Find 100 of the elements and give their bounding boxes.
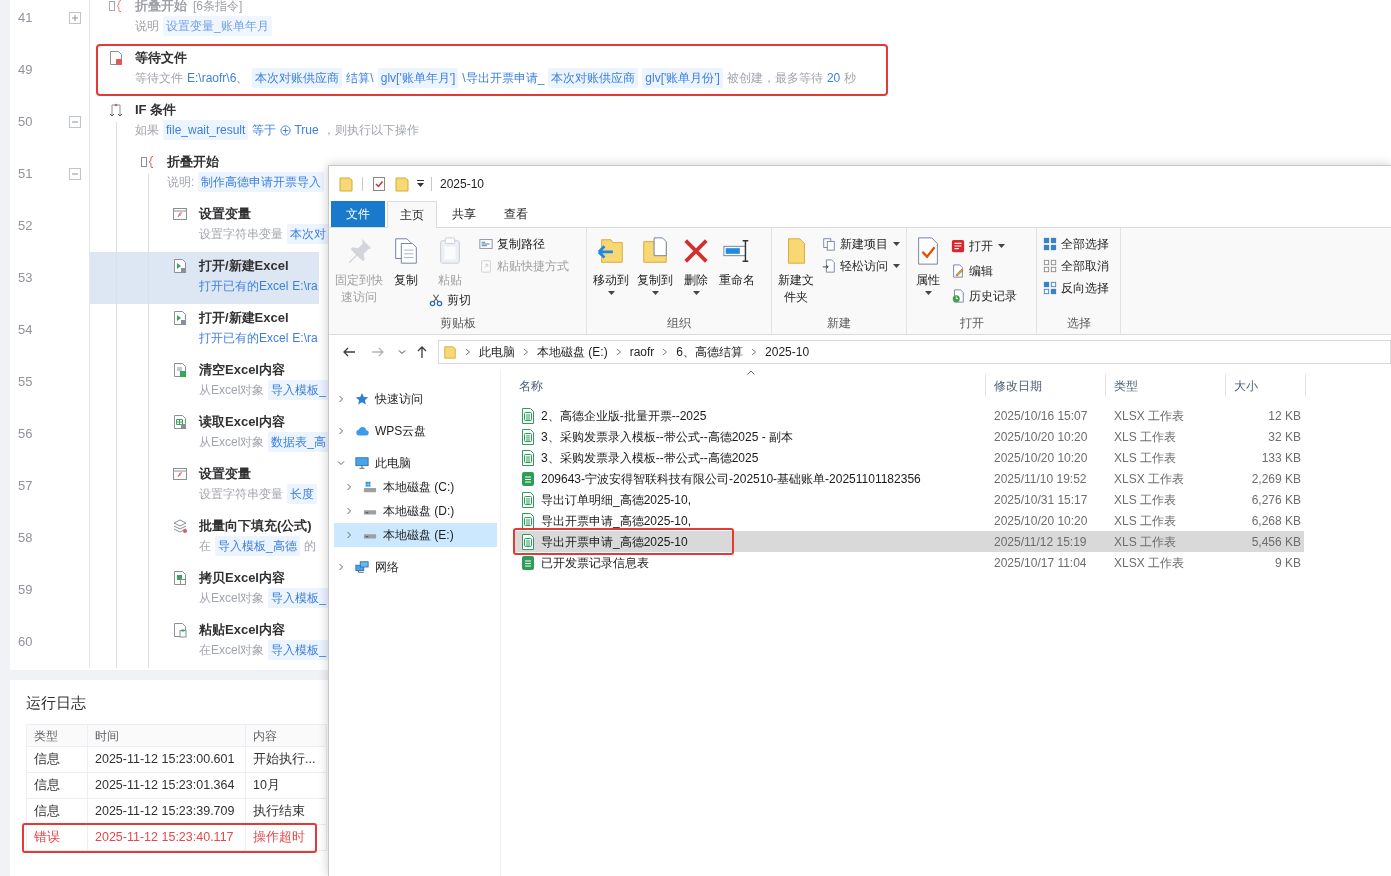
up-icon[interactable] [415, 345, 429, 359]
breadcrumb[interactable]: 2025-10 [765, 343, 810, 361]
chevron-icon[interactable] [337, 395, 345, 403]
step-title: 批量向下填充(公式) [199, 517, 312, 536]
value-text: 打开已有的Excel [199, 278, 289, 295]
column-header[interactable]: 类型 [1106, 374, 1226, 397]
column-header[interactable]: 修改日期 [986, 374, 1106, 397]
ribbon-button[interactable]: 新建项目 [822, 233, 900, 255]
variable-chip: 导入模板_ [268, 588, 330, 608]
modified-date: 2025/10/16 15:07 [993, 407, 1089, 425]
document-icon [172, 414, 188, 430]
ribbon-button[interactable]: 全部取消 [1043, 255, 1109, 277]
cloud-icon [355, 424, 369, 438]
nav-item[interactable]: 本地磁盘 (E:) [334, 523, 497, 547]
value-text: True [294, 122, 319, 139]
chevron-icon[interactable] [751, 348, 758, 356]
folder-icon[interactable] [339, 175, 353, 192]
file-row[interactable]: 已开发票记录信息表 2025/10/17 11:04 XLSX 工作表 9 KB [513, 552, 1304, 573]
collapse-toggle[interactable] [69, 168, 81, 180]
nav-item[interactable]: 本地磁盘 (C:) [334, 475, 497, 499]
ribbon-button[interactable]: 打开 [951, 235, 1005, 257]
nav-item[interactable]: 此电脑 [334, 451, 497, 475]
ribbon-tab[interactable]: 主页 [387, 201, 437, 228]
chevron-icon[interactable] [337, 459, 345, 467]
ribbon-button[interactable]: 复制路径 [479, 233, 545, 255]
file-size: 12 KB [1267, 407, 1302, 425]
ribbon-button[interactable]: 反向选择 [1043, 277, 1109, 299]
chevron-icon[interactable] [337, 427, 345, 435]
line-number: 41 [17, 9, 34, 28]
document-icon [172, 258, 188, 274]
spreadsheet-file-icon [521, 491, 535, 508]
file-row[interactable]: 3、采购发票录入模板--带公式--高德2025 2025/10/20 10:20 XLS 工作表 133 KB [513, 447, 1304, 468]
instruction-count: [6条指令] [193, 0, 243, 15]
breadcrumb[interactable]: 此电脑 [479, 343, 515, 361]
chevron-icon[interactable] [345, 531, 353, 539]
address-field[interactable]: 此电脑 本地磁盘 (E:) raofr 6、高德结算 2025-10 [438, 340, 1391, 364]
ribbon-tab[interactable]: 文件 [331, 201, 385, 227]
table-cell: 操作超时 [246, 825, 327, 850]
drive-icon [363, 480, 377, 494]
chevron-icon[interactable] [662, 348, 669, 356]
chevron-icon[interactable] [615, 348, 622, 356]
description-text: 从Excel对象 [199, 590, 265, 607]
file-row[interactable]: 导出开票申请_高德2025-10 2025/11/12 15:19 XLS 工作表 5,456 KB [513, 531, 1304, 552]
chevron-icon[interactable] [465, 348, 471, 356]
ribbon-button[interactable]: 属性 [913, 233, 943, 295]
file-row[interactable]: 2、高德企业版-批量开票--2025 2025/10/16 15:07 XLSX 工作表 12 KB [513, 405, 1304, 426]
ribbon-button[interactable]: 删除 [681, 233, 711, 295]
breadcrumb[interactable]: raofr [629, 343, 655, 361]
variable-chip: 制作高德申请开票导入 [198, 172, 325, 192]
group-label: 打开 [958, 315, 985, 332]
ribbon-button[interactable]: 重命名 [719, 233, 755, 289]
column-header[interactable]: 大小 [1226, 374, 1306, 397]
breadcrumb[interactable]: 本地磁盘 (E:) [537, 343, 608, 361]
chevron-icon[interactable] [345, 483, 353, 491]
ribbon-button[interactable]: 剪切 [429, 289, 471, 311]
description-text: 的 [303, 538, 316, 555]
nav-item[interactable]: 本地磁盘 (D:) [334, 499, 497, 523]
checked-document-icon[interactable] [372, 175, 386, 192]
scissors-icon [429, 293, 443, 307]
file-row[interactable]: 209643-宁波安得智联科技有限公司-202510-基础账单-20251101182356 2025/11/10 19:52 XLSX 工作表 2,269 KB [513, 468, 1304, 489]
folder-icon[interactable] [395, 175, 409, 192]
document-icon [172, 362, 188, 378]
chevron-icon[interactable] [337, 563, 345, 571]
window-title: 2025-10 [440, 175, 485, 193]
table-cell: 信息 [27, 799, 88, 824]
nav-item[interactable]: 网络 [334, 555, 497, 579]
ribbon-button[interactable]: 新建文件夹 [778, 233, 814, 306]
ribbon-button[interactable]: 复制 [391, 233, 421, 289]
ribbon-button[interactable]: 全部选择 [1043, 233, 1109, 255]
ribbon-button[interactable]: 轻松访问 [822, 255, 900, 277]
spreadsheet-file-icon [521, 470, 535, 487]
breadcrumb[interactable]: 6、高德结算 [676, 343, 744, 361]
ribbon-tab[interactable]: 共享 [439, 201, 489, 227]
group-label: 剪贴板 [438, 315, 477, 332]
customize-caret-icon[interactable] [416, 179, 425, 188]
ribbon-button[interactable]: 复制到 [637, 233, 673, 295]
description-text: 等待文件 [135, 70, 183, 87]
file-name: 209643-宁波安得智联科技有限公司-202510-基础账单-20251101182356 [541, 470, 921, 488]
description-text: 说明: [167, 174, 195, 191]
file-type: XLSX 工作表 [1113, 554, 1186, 572]
column-header[interactable]: 名称 [511, 374, 986, 397]
chevron-icon[interactable] [345, 507, 353, 515]
ribbon-button[interactable]: 移动到 [593, 233, 629, 295]
file-type: XLS 工作表 [1113, 491, 1177, 509]
spreadsheet-file-icon [521, 449, 535, 466]
file-row[interactable]: 3、采购发票录入模板--带公式--高德2025 - 副本 2025/10/20 10:20 XLS 工作表 32 KB [513, 426, 1304, 447]
file-row[interactable]: 导出订单明细_高德2025-10, 2025/10/31 15:17 XLS 工作表 6,276 KB [513, 489, 1304, 510]
chevron-icon[interactable] [523, 348, 529, 356]
description-text: 在Excel对象 [199, 642, 265, 659]
nav-item[interactable]: 快速访问 [334, 387, 497, 411]
chevron-down-icon[interactable] [398, 348, 406, 356]
step-row[interactable]: 打开/新建Excel 打开已有的Excel E:\ra [90, 252, 319, 304]
nav-item[interactable]: WPS云盘 [334, 419, 497, 443]
ribbon-button[interactable]: 历史记录 [951, 285, 1017, 307]
collapse-toggle[interactable] [69, 116, 81, 128]
ribbon-button[interactable]: 编辑 [951, 260, 993, 282]
ribbon-tab[interactable]: 查看 [491, 201, 541, 227]
back-icon[interactable] [342, 345, 356, 359]
file-row[interactable]: 导出开票申请_高德2025-10, 2025/10/20 10:20 XLS 工作表 6,268 KB [513, 510, 1304, 531]
description-text: 从Excel对象 [199, 434, 265, 451]
